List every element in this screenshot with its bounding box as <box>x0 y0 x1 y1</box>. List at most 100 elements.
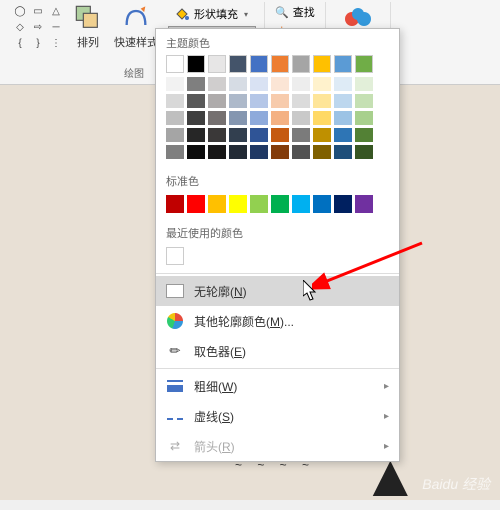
color-swatch[interactable] <box>313 195 331 213</box>
color-swatch[interactable] <box>292 145 310 159</box>
arrange-button[interactable]: 排列 <box>70 2 106 52</box>
color-swatch[interactable] <box>208 195 226 213</box>
shape-more[interactable]: ⋮ <box>48 36 64 50</box>
color-swatch[interactable] <box>208 77 226 91</box>
color-swatch[interactable] <box>313 111 331 125</box>
shape-outline-dropdown: 主题颜色 标准色 最近使用的颜色 无轮廓(N) 其他轮廓颜色(M)... ✎ 取… <box>155 28 400 462</box>
color-swatch[interactable] <box>271 145 289 159</box>
color-swatch[interactable] <box>187 195 205 213</box>
color-swatch[interactable] <box>166 111 184 125</box>
recent-colors-label: 最近使用的颜色 <box>156 219 399 245</box>
eyedropper-label: 取色器(E) <box>194 343 246 360</box>
shape-brace-l[interactable]: { <box>12 36 28 50</box>
color-wheel-icon <box>166 312 184 330</box>
color-swatch[interactable] <box>229 128 247 142</box>
color-swatch[interactable] <box>187 77 205 91</box>
shape-line[interactable]: ─ <box>48 20 64 34</box>
color-swatch[interactable] <box>208 145 226 159</box>
color-swatch[interactable] <box>166 128 184 142</box>
color-swatch[interactable] <box>271 195 289 213</box>
eyedropper-item[interactable]: ✎ 取色器(E) <box>156 336 399 366</box>
color-swatch[interactable] <box>271 94 289 108</box>
color-swatch[interactable] <box>250 77 268 91</box>
color-swatch[interactable] <box>334 111 352 125</box>
color-swatch[interactable] <box>355 128 373 142</box>
color-swatch[interactable] <box>250 55 268 73</box>
shape-fill-button[interactable]: 形状填充 ▾ <box>168 4 256 24</box>
color-swatch[interactable] <box>250 94 268 108</box>
color-swatch[interactable] <box>166 145 184 159</box>
color-swatch[interactable] <box>208 128 226 142</box>
color-swatch[interactable] <box>271 111 289 125</box>
no-outline-item[interactable]: 无轮廓(N) <box>156 276 399 306</box>
color-swatch[interactable] <box>355 77 373 91</box>
color-swatch[interactable] <box>250 145 268 159</box>
color-swatch[interactable] <box>313 77 331 91</box>
more-colors-item[interactable]: 其他轮廓颜色(M)... <box>156 306 399 336</box>
color-swatch[interactable] <box>355 195 373 213</box>
color-swatch[interactable] <box>313 128 331 142</box>
color-swatch[interactable] <box>187 94 205 108</box>
color-swatch[interactable] <box>334 55 352 73</box>
recent-swatch[interactable] <box>166 247 184 265</box>
color-swatch[interactable] <box>292 55 310 73</box>
color-swatch[interactable] <box>271 55 289 73</box>
find-button[interactable]: 🔍 查找 <box>271 2 319 22</box>
color-swatch[interactable] <box>292 195 310 213</box>
color-swatch[interactable] <box>229 94 247 108</box>
color-swatch[interactable] <box>313 94 331 108</box>
dashes-icon <box>166 407 184 425</box>
color-swatch[interactable] <box>292 77 310 91</box>
color-swatch[interactable] <box>208 111 226 125</box>
color-swatch[interactable] <box>355 94 373 108</box>
shape-brace-r[interactable]: } <box>30 36 46 50</box>
color-swatch[interactable] <box>355 111 373 125</box>
color-swatch[interactable] <box>229 55 247 73</box>
color-swatch[interactable] <box>271 77 289 91</box>
shape-triangle[interactable]: △ <box>48 4 64 18</box>
color-swatch[interactable] <box>229 111 247 125</box>
color-swatch[interactable] <box>166 77 184 91</box>
color-swatch[interactable] <box>229 145 247 159</box>
color-swatch[interactable] <box>292 128 310 142</box>
color-swatch[interactable] <box>187 145 205 159</box>
dashes-item[interactable]: 虚线(S) ▸ <box>156 401 399 431</box>
color-swatch[interactable] <box>250 128 268 142</box>
color-swatch[interactable] <box>187 55 205 73</box>
color-swatch[interactable] <box>208 55 226 73</box>
color-swatch[interactable] <box>292 111 310 125</box>
color-swatch[interactable] <box>355 55 373 73</box>
color-swatch[interactable] <box>250 195 268 213</box>
color-swatch[interactable] <box>334 94 352 108</box>
color-swatch[interactable] <box>166 195 184 213</box>
color-swatch[interactable] <box>334 77 352 91</box>
shape-rect[interactable]: ▭ <box>30 4 46 18</box>
shape-ellipse[interactable]: ◯ <box>12 4 28 18</box>
shape-diamond[interactable]: ◇ <box>12 20 28 34</box>
color-swatch[interactable] <box>292 94 310 108</box>
color-swatch[interactable] <box>229 195 247 213</box>
search-icon: 🔍 <box>275 6 289 19</box>
shape-arrow[interactable]: ⇨ <box>30 20 46 34</box>
color-swatch[interactable] <box>187 111 205 125</box>
color-swatch[interactable] <box>334 195 352 213</box>
color-swatch[interactable] <box>313 55 331 73</box>
color-swatch[interactable] <box>187 128 205 142</box>
weight-item[interactable]: 粗细(W) ▸ <box>156 371 399 401</box>
no-outline-label: 无轮廓(N) <box>194 283 247 300</box>
color-swatch[interactable] <box>334 128 352 142</box>
color-swatch[interactable] <box>355 145 373 159</box>
quick-style-label: 快速样式 <box>114 34 158 50</box>
chevron-right-icon: ▸ <box>384 411 389 422</box>
chevron-right-icon: ▸ <box>384 381 389 392</box>
color-swatch[interactable] <box>208 94 226 108</box>
arrange-icon <box>74 4 102 32</box>
color-swatch[interactable] <box>313 145 331 159</box>
color-swatch[interactable] <box>334 145 352 159</box>
color-swatch[interactable] <box>166 94 184 108</box>
color-swatch[interactable] <box>271 128 289 142</box>
color-swatch[interactable] <box>166 55 184 73</box>
color-swatch[interactable] <box>229 77 247 91</box>
color-swatch[interactable] <box>250 111 268 125</box>
shapes-gallery[interactable]: ◯ ▭ △ ◇ ⇨ ─ { } ⋮ <box>10 2 66 52</box>
